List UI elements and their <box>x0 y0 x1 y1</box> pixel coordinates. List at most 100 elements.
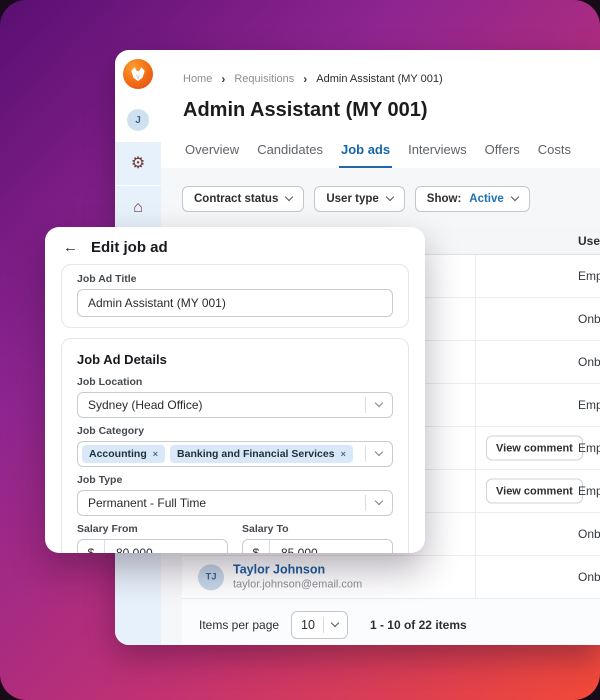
chip-label: Banking and Financial Services <box>177 448 335 460</box>
chevron-down-icon <box>366 496 392 506</box>
chevron-down-icon <box>285 192 294 202</box>
job-type-label: Job Type <box>77 474 123 486</box>
salary-from-label: Salary From <box>77 523 138 535</box>
job-ad-title-label: Job Ad Title <box>77 273 137 285</box>
currency-symbol: $ <box>243 540 270 553</box>
chevron-down-icon <box>366 398 392 408</box>
user-status: Onboarding <box>578 527 600 541</box>
job-ad-details-heading: Job Ad Details <box>77 352 167 367</box>
fox-logo-icon <box>123 59 153 89</box>
user-type-filter[interactable]: User type <box>314 186 405 212</box>
breadcrumb-home[interactable]: Home <box>183 73 212 85</box>
remove-chip-icon[interactable]: × <box>153 449 158 459</box>
breadcrumb-requisitions[interactable]: Requisitions <box>234 73 294 85</box>
breadcrumb-current: Admin Assistant (MY 001) <box>316 73 443 85</box>
chevron-down-icon <box>366 447 392 457</box>
column-divider <box>475 427 476 469</box>
sidebar-item-settings[interactable]: ⚙ <box>115 142 161 186</box>
job-location-field: Job Location Sydney (Head Office) <box>77 377 393 418</box>
user-status: Onboarding <box>578 355 600 369</box>
column-divider <box>475 255 476 297</box>
chevron-down-icon <box>510 192 520 202</box>
user-status: Onboarding <box>578 312 600 326</box>
job-category-field: Job Category Accounting × Banking and Fina… <box>77 426 393 467</box>
job-ad-title-card: Job Ad Title <box>61 264 409 328</box>
page-title: Admin Assistant (MY 001) <box>183 99 428 121</box>
user-status: Employee <box>578 269 600 283</box>
tab-overview[interactable]: Overview <box>183 142 241 168</box>
sidebar-item-home[interactable]: ⌂ <box>115 186 161 230</box>
job-category-chips: Accounting × Banking and Financial Service… <box>78 445 365 463</box>
salary-fields: Salary From $ Salary To $ <box>77 524 393 553</box>
pagination-range: 1 - 10 of 22 items <box>369 618 467 632</box>
job-ad-title-input[interactable] <box>77 289 393 317</box>
home-icon: ⌂ <box>133 198 143 216</box>
tab-job-ads[interactable]: Job ads <box>338 142 393 168</box>
user-avatar-button[interactable]: J <box>115 98 161 142</box>
avatar: TJ <box>198 564 224 590</box>
back-arrow-icon[interactable]: ← <box>63 240 78 255</box>
column-divider <box>475 341 476 383</box>
user-status: Employee <box>578 484 600 498</box>
job-ad-details-card: Job Ad Details Job Location Sydney (Head… <box>61 338 409 553</box>
user-status: Employee <box>578 441 600 455</box>
chevron-right-icon: › <box>303 72 308 86</box>
salary-to-field: Salary To $ <box>242 524 393 553</box>
chip-label: Accounting <box>89 448 147 460</box>
user-type-label: User type <box>326 193 379 205</box>
tab-bar: Overview Candidates Job ads Interviews Offer… <box>183 142 600 168</box>
gear-icon: ⚙ <box>130 154 146 172</box>
modal-title: Edit job ad <box>91 239 168 256</box>
category-chip: Banking and Financial Services × <box>170 445 353 463</box>
tab-interviews[interactable]: Interviews <box>406 142 469 168</box>
salary-from-field: Salary From $ <box>77 524 228 553</box>
chevron-down-icon <box>330 618 340 628</box>
column-divider <box>475 556 476 598</box>
filter-row: Contract status User type Show: Active <box>182 186 600 212</box>
chevron-right-icon: › <box>221 72 226 86</box>
user-name-link[interactable]: Taylor Johnson <box>233 562 362 578</box>
job-location-value: Sydney (Head Office) <box>88 398 203 412</box>
items-per-page-value: 10 <box>301 618 315 632</box>
user-status: Employee <box>578 398 600 412</box>
show-filter[interactable]: Show: Active <box>414 186 530 212</box>
divider <box>322 617 324 633</box>
tab-candidates[interactable]: Candidates <box>255 142 325 168</box>
salary-to-input[interactable] <box>270 546 392 553</box>
app-logo-button[interactable] <box>115 50 161 98</box>
breadcrumb: Home › Requisitions › Admin Assistant (M… <box>161 50 600 86</box>
view-comment-button[interactable]: View comment <box>486 435 583 461</box>
show-label: Show: <box>426 193 462 205</box>
category-chip: Accounting × <box>82 445 166 463</box>
salary-from-input[interactable] <box>105 546 227 553</box>
tab-costs[interactable]: Costs <box>536 142 573 168</box>
user-email: taylor.johnson@email.com <box>233 577 363 590</box>
edit-job-ad-modal: ← Edit job ad Job Ad Title Job Ad Detail… <box>45 227 425 553</box>
job-type-select[interactable]: Permanent - Full Time <box>77 490 393 516</box>
pagination-bar: Items per page 10 1 - 10 of 22 items <box>182 599 600 645</box>
items-per-page-select[interactable]: 10 <box>291 611 348 639</box>
column-divider <box>475 470 476 512</box>
tab-offers[interactable]: Offers <box>483 142 522 168</box>
job-category-select[interactable]: Accounting × Banking and Financial Service… <box>77 441 393 467</box>
column-divider <box>475 298 476 340</box>
column-divider <box>475 384 476 426</box>
avatar: J <box>127 109 149 131</box>
user-cell: TJ Taylor Johnson taylor.johnson@email.com <box>198 562 362 591</box>
view-comment-button[interactable]: View comment <box>486 478 583 504</box>
currency-symbol: $ <box>78 540 105 553</box>
job-type-field: Job Type Permanent - Full Time <box>77 475 393 516</box>
show-value: Active <box>469 193 504 205</box>
column-divider <box>475 513 476 555</box>
modal-header: ← Edit job ad <box>45 227 425 264</box>
contract-status-filter[interactable]: Contract status <box>182 186 305 212</box>
column-header-user: User <box>578 233 600 248</box>
job-location-select[interactable]: Sydney (Head Office) <box>77 392 393 418</box>
page-background: J ⚙ ⌂ Home › Requisitions › Admin Assist… <box>0 0 600 700</box>
remove-chip-icon[interactable]: × <box>341 449 346 459</box>
job-location-label: Job Location <box>77 376 143 388</box>
salary-to-label: Salary To <box>242 523 289 535</box>
table-row: TJ Taylor Johnson taylor.johnson@email.com… <box>182 556 600 599</box>
items-per-page-label: Items per page <box>199 618 280 632</box>
chevron-down-icon <box>385 192 395 202</box>
